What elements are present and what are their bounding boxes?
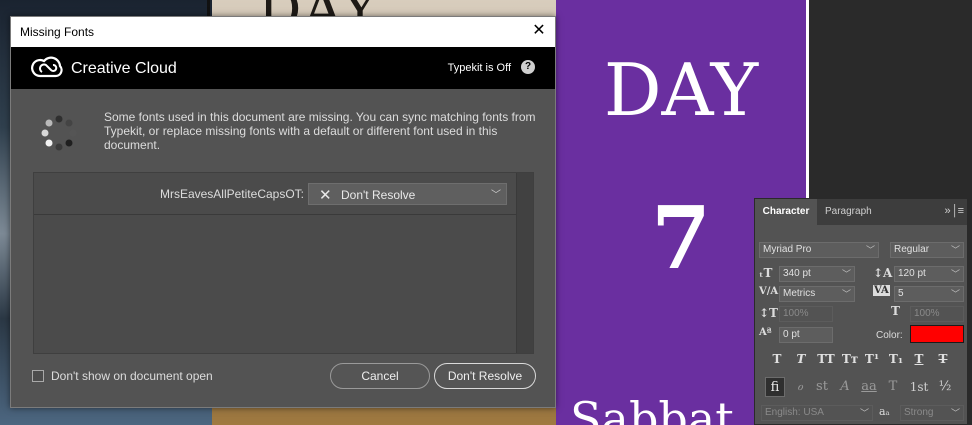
character-panel: Character Paragraph » │≡ Myriad Pro ﹀ Reg… [754,198,968,425]
kerning-icon: V/A [759,286,779,297]
dialog-titlebar[interactable]: Missing Fonts ✕ [11,17,555,47]
tab-character[interactable]: Character [755,199,817,225]
font-resolution-select[interactable]: ✕ Don't Resolve ﹀ [308,183,507,205]
cancel-button[interactable]: Cancel [330,363,430,389]
dont-show-checkbox[interactable] [32,370,44,382]
old-style-button[interactable]: ℴ [790,377,810,397]
tracking-icon: VA [873,285,890,296]
small-caps-button[interactable]: Tт [841,351,859,367]
tab-paragraph[interactable]: Paragraph [825,199,872,225]
chevron-down-icon: ﹀ [950,269,960,279]
x-icon: ✕ [319,187,332,204]
tracking-select[interactable]: 5 ﹀ [894,286,964,302]
tracking-value: 5 [898,288,904,299]
missing-fonts-list: MrsEavesAllPetiteCapsOT: ✕ Don't Resolve… [33,172,534,354]
missing-fonts-dialog: Missing Fonts ✕ Creative Cloud Typekit i… [10,16,556,408]
subscript-button[interactable]: T₁ [887,351,905,367]
missing-font-name: MrsEavesAllPetiteCapsOT: [159,187,304,201]
color-label: Color: [876,330,903,341]
missing-font-row: MrsEavesAllPetiteCapsOT: ✕ Don't Resolve… [34,173,518,215]
leading-icon: ↕A [873,266,893,280]
panel-menu-icon[interactable]: » │≡ [945,205,964,217]
creative-cloud-logo-icon [31,56,63,78]
discretionary-ligatures-button[interactable]: st [812,377,832,397]
kerning-value: Metrics [783,288,816,299]
horizontal-scale-icon: T [891,304,900,318]
panel-tabs: Character Paragraph » │≡ [755,199,967,225]
font-style-value: Regular [894,244,930,255]
kerning-select[interactable]: Metrics ﹀ [779,286,855,302]
font-family-select[interactable]: Myriad Pro ﹀ [759,242,879,258]
vertical-scale-icon: ↕T [759,306,778,320]
fractions-button[interactable]: ½ [935,377,955,397]
help-icon[interactable]: ? [521,60,535,74]
ligatures-button[interactable]: fi [765,377,785,397]
poster-day-text: DAY [603,48,759,132]
chevron-down-icon: ﹀ [950,245,960,255]
chevron-down-icon: ﹀ [950,408,960,418]
dialog-title: Missing Fonts [20,25,95,39]
faux-italic-button[interactable]: T [793,351,809,367]
close-icon[interactable]: ✕ [529,21,549,41]
titling-alternates-button[interactable]: T [883,377,903,397]
stylistic-alternates-button[interactable]: aa [859,377,879,397]
missing-fonts-message: Some fonts used in this document are mis… [104,110,536,152]
horizontal-scale-field[interactable]: 100% [910,306,964,322]
font-family-value: Myriad Pro [763,244,812,255]
loading-spinner-icon [41,115,77,151]
poster-bottom-text: Sabbat [570,392,734,425]
antialias-value: Strong [904,407,934,418]
dont-show-label[interactable]: Don't show on document open [51,369,213,383]
font-size-select[interactable]: 340 pt ﹀ [779,266,855,282]
font-size-value: 340 pt [783,268,811,279]
strikethrough-button[interactable]: T [935,351,951,367]
faux-bold-button[interactable]: T [769,351,785,367]
chevron-down-icon: ﹀ [859,408,869,418]
creative-cloud-bar: Creative Cloud Typekit is Off ? [11,47,555,89]
chevron-down-icon: ﹀ [950,289,960,299]
leading-select[interactable]: 120 pt ﹀ [894,266,964,282]
typekit-status: Typekit is Off [447,62,511,74]
chevron-down-icon: ﹀ [841,289,851,299]
all-caps-button[interactable]: TT [815,351,837,367]
underline-button[interactable]: T [911,351,927,367]
swash-button[interactable]: A [835,377,855,397]
chevron-down-icon: ﹀ [491,190,501,201]
baseline-shift-icon: Aª [759,327,772,338]
chevron-down-icon: ﹀ [865,245,875,255]
ordinals-button[interactable]: 1st [907,377,931,397]
language-select[interactable]: English: USA ﹀ [761,405,873,421]
language-value: English: USA [765,407,824,418]
creative-cloud-title: Creative Cloud [71,60,177,77]
vertical-scale-field[interactable]: 100% [779,306,833,322]
superscript-button[interactable]: T¹ [863,351,881,367]
color-swatch[interactable] [910,325,964,343]
list-scrollbar[interactable] [516,173,533,353]
antialias-select[interactable]: Strong ﹀ [900,405,964,421]
font-size-icon: ₜT [759,266,773,280]
baseline-shift-field[interactable]: 0 pt [779,327,833,343]
antialias-icon: aₐ [879,405,890,418]
font-style-select[interactable]: Regular ﹀ [890,242,964,258]
font-resolution-value: Don't Resolve [341,188,416,202]
dont-resolve-button[interactable]: Don't Resolve [434,363,536,389]
chevron-down-icon: ﹀ [841,269,851,279]
leading-value: 120 pt [898,268,926,279]
